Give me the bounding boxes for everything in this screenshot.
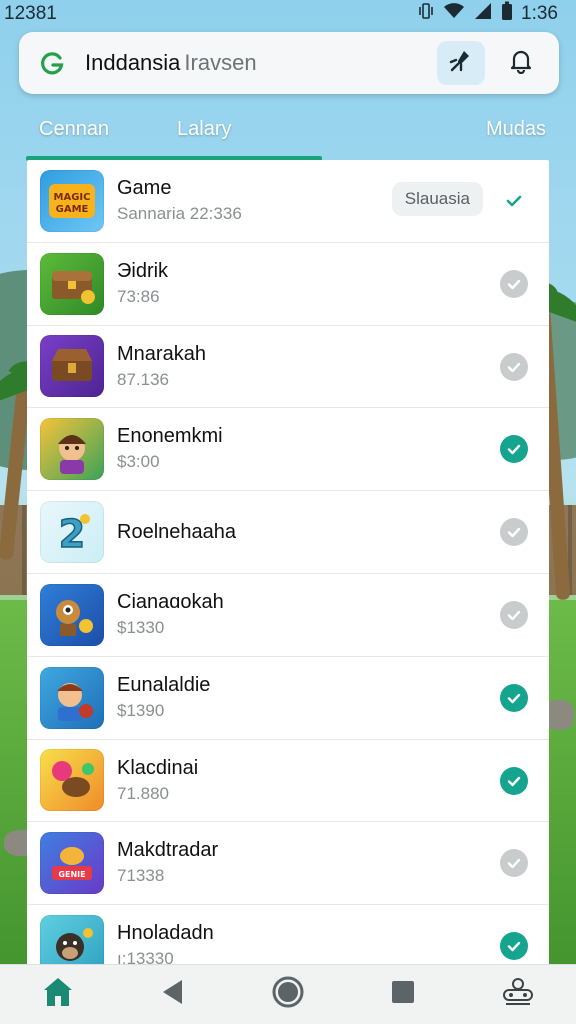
wifi-icon (443, 2, 465, 26)
list-item[interactable]: Klacdinai 71.880 (27, 740, 549, 823)
app-name: Эidrik (117, 259, 169, 282)
list-item[interactable]: Mnarakah 87.136 (27, 326, 549, 409)
app-list: MAGIC GAME Game Sannaria 22:336 Slauasia … (27, 160, 549, 968)
status-time-right: 1:36 (521, 3, 558, 24)
voice-search-button[interactable] (437, 41, 485, 85)
app-name: Game (117, 177, 172, 199)
app-subtitle: 71338 (117, 866, 165, 886)
svg-text:MAGIC: MAGIC (54, 192, 91, 203)
battery-icon (501, 1, 513, 27)
bell-icon (508, 48, 534, 79)
app-name: Mnarakah (117, 342, 206, 365)
assistant-button[interactable] (488, 970, 548, 1020)
google-search-icon (37, 48, 67, 78)
navigation-bar (0, 964, 576, 1024)
vibrate-icon (417, 2, 435, 26)
home-button[interactable] (28, 970, 88, 1020)
app-subtitle: $1330 (117, 617, 165, 637)
game-logo-icon: MAGIC GAME (40, 169, 104, 232)
checkmark-icon[interactable] (500, 849, 528, 878)
assistant-icon (500, 976, 536, 1013)
tab-lalary[interactable]: Lalary (177, 118, 231, 141)
microphone-icon (448, 48, 474, 79)
tab-cennan[interactable]: Cennan (39, 118, 109, 141)
search-bar[interactable]: Inddansia Iravsen (19, 32, 559, 94)
treasure-box-icon (40, 335, 104, 398)
status-badge[interactable]: Slauasia (391, 182, 483, 216)
recents-icon (390, 979, 416, 1010)
list-item[interactable]: MAGIC GAME Game Sannaria 22:336 Slauasia (27, 160, 549, 243)
character-icon (40, 418, 104, 481)
checkmark-icon[interactable] (500, 187, 528, 215)
list-item[interactable]: Eunalaldie $1390 (27, 657, 549, 740)
status-bar: 12381 1:36 (0, 0, 576, 28)
app-subtitle: Sannaria 22:336 (117, 204, 242, 223)
checkmark-icon[interactable] (500, 932, 528, 961)
slingshot-icon (40, 749, 104, 812)
search-query[interactable]: Inddansia (85, 50, 180, 76)
back-icon (160, 978, 186, 1011)
app-subtitle: 73:86 (117, 286, 160, 306)
recents-button[interactable] (373, 970, 433, 1020)
checkmark-icon[interactable] (500, 600, 528, 629)
status-time-left: 12381 (4, 3, 57, 24)
home-circle-button[interactable] (258, 970, 318, 1020)
svg-text:GAME: GAME (56, 204, 89, 215)
search-suggestion[interactable]: Iravsen (184, 50, 256, 76)
tab-bar: Cennan Lalary Mudas (26, 108, 550, 162)
app-subtitle: $1390 (117, 700, 165, 720)
tab-mudas[interactable]: Mudas (486, 118, 546, 141)
home-circle-icon (271, 975, 305, 1014)
robot-character-icon (40, 583, 104, 646)
app-subtitle: 71.880 (117, 783, 169, 803)
back-button[interactable] (143, 970, 203, 1020)
app-name: Makdtradar (117, 839, 219, 862)
app-name: Eunalaldie (117, 673, 211, 696)
status-icons: 1:36 (417, 1, 558, 27)
list-item[interactable]: 2 Roelnehaaha (27, 491, 549, 574)
checkmark-icon[interactable] (500, 518, 528, 547)
number-two-icon: 2 (40, 501, 104, 564)
checkmark-icon[interactable] (500, 435, 528, 464)
list-item[interactable]: Enonemkmi $3:00 (27, 408, 549, 492)
checkmark-icon[interactable] (500, 766, 528, 795)
hero-character-icon (40, 666, 104, 729)
treasure-chest-icon (40, 252, 104, 315)
monkey-icon (40, 915, 104, 968)
svg-text:GENIE: GENIE (58, 870, 85, 879)
app-name: Hnoladadn (117, 922, 214, 945)
list-item[interactable]: Эidrik 73:86 (27, 243, 549, 326)
checkmark-icon[interactable] (500, 683, 528, 712)
signal-icon (473, 2, 493, 26)
home-icon (41, 976, 75, 1013)
list-item[interactable]: Hnoladadn ı:13330 (27, 905, 549, 968)
genie-icon: GENIE (40, 832, 104, 895)
app-name: Roelnehaaha (117, 521, 236, 544)
app-name: Enonemkmi (117, 425, 223, 448)
app-subtitle: $3:00 (117, 452, 160, 472)
checkmark-icon[interactable] (500, 269, 528, 298)
app-subtitle: 87.136 (117, 369, 169, 389)
list-item[interactable]: GENIE Makdtradar 71338 (27, 822, 549, 906)
notifications-button[interactable] (497, 41, 545, 85)
checkmark-icon[interactable] (500, 352, 528, 381)
app-name: Cianaɑokah (117, 590, 224, 613)
list-item[interactable]: Cianaɑokah $1330 (27, 574, 549, 657)
app-name: Klacdinai (117, 756, 199, 779)
